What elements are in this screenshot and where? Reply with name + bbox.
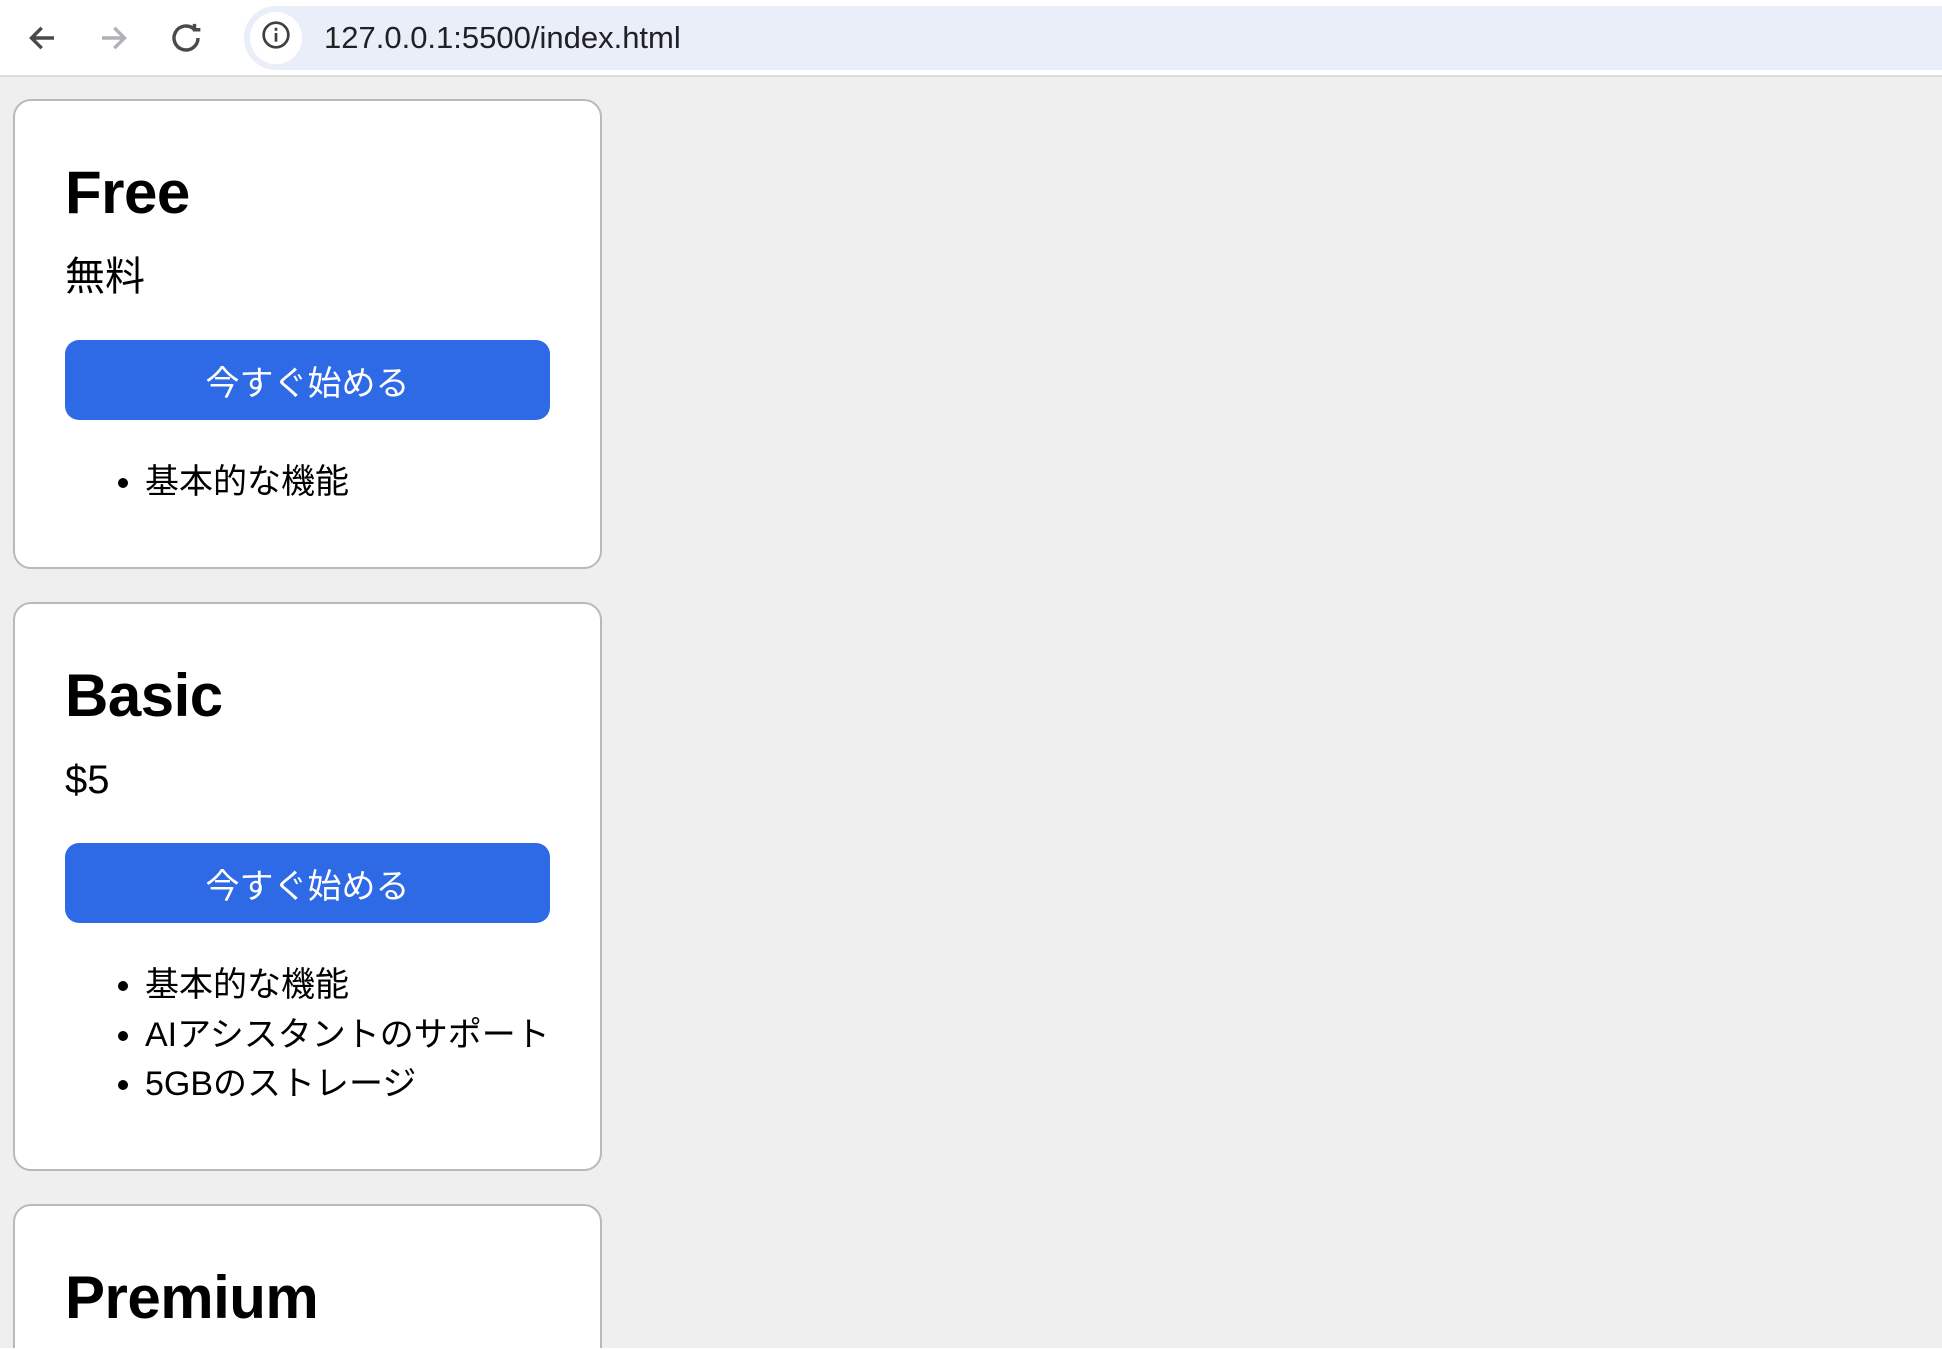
pricing-card-basic: Basic $5 今すぐ始める 基本的な機能 AIアシスタントのサポート 5GB… <box>13 602 602 1171</box>
feature-item: 5GBのストレージ <box>145 1060 550 1109</box>
plan-title: Basic <box>65 664 550 727</box>
feature-list: 基本的な機能 <box>65 458 550 507</box>
feature-item: AIアシスタントのサポート <box>145 1011 550 1060</box>
reload-button[interactable] <box>164 16 208 60</box>
info-icon <box>259 18 293 57</box>
plan-title: Premium <box>65 1266 550 1329</box>
back-button[interactable] <box>20 16 64 60</box>
url-text: 127.0.0.1:5500/index.html <box>324 20 681 56</box>
plan-title: Free <box>65 161 550 224</box>
cta-button[interactable]: 今すぐ始める <box>65 843 550 923</box>
site-info-button[interactable] <box>250 12 302 64</box>
plan-price: 無料 <box>65 254 550 300</box>
reload-icon <box>168 20 204 56</box>
forward-button[interactable] <box>92 16 136 60</box>
pricing-page: Free 無料 今すぐ始める 基本的な機能 Basic $5 今すぐ始める 基本… <box>0 77 1942 1348</box>
feature-item: 基本的な機能 <box>145 458 550 507</box>
cta-button[interactable]: 今すぐ始める <box>65 340 550 420</box>
pricing-card-free: Free 無料 今すぐ始める 基本的な機能 <box>13 99 602 569</box>
back-arrow-icon <box>24 20 60 56</box>
forward-arrow-icon <box>96 20 132 56</box>
feature-list: 基本的な機能 AIアシスタントのサポート 5GBのストレージ <box>65 961 550 1109</box>
feature-item: 基本的な機能 <box>145 961 550 1010</box>
url-bar[interactable]: 127.0.0.1:5500/index.html <box>244 6 1942 70</box>
pricing-card-premium: Premium <box>13 1204 602 1348</box>
browser-toolbar: 127.0.0.1:5500/index.html <box>0 0 1942 77</box>
plan-price: $5 <box>65 757 550 803</box>
